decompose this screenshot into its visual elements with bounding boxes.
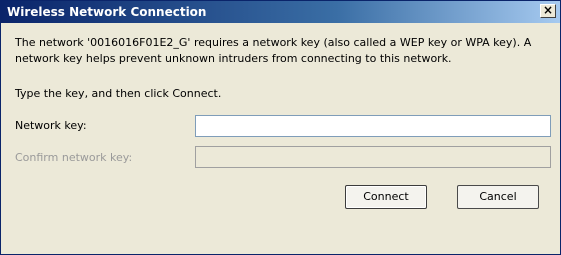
- window-title: Wireless Network Connection: [7, 5, 207, 19]
- close-icon: ×: [542, 3, 554, 17]
- cancel-button[interactable]: Cancel: [457, 185, 539, 209]
- confirm-network-key-input[interactable]: [195, 146, 551, 168]
- close-button[interactable]: ×: [540, 3, 556, 18]
- instruction-text: Type the key, and then click Connect.: [15, 87, 222, 100]
- network-key-label: Network key:: [15, 119, 87, 132]
- confirm-network-key-label: Confirm network key:: [15, 151, 133, 164]
- network-key-description: The network '0016016F01E2_G' requires a …: [15, 36, 532, 65]
- title-bar[interactable]: Wireless Network Connection ×: [1, 1, 560, 23]
- wireless-connection-dialog: Wireless Network Connection × The networ…: [0, 0, 561, 255]
- network-key-input[interactable]: [195, 115, 551, 137]
- connect-button[interactable]: Connect: [345, 185, 427, 209]
